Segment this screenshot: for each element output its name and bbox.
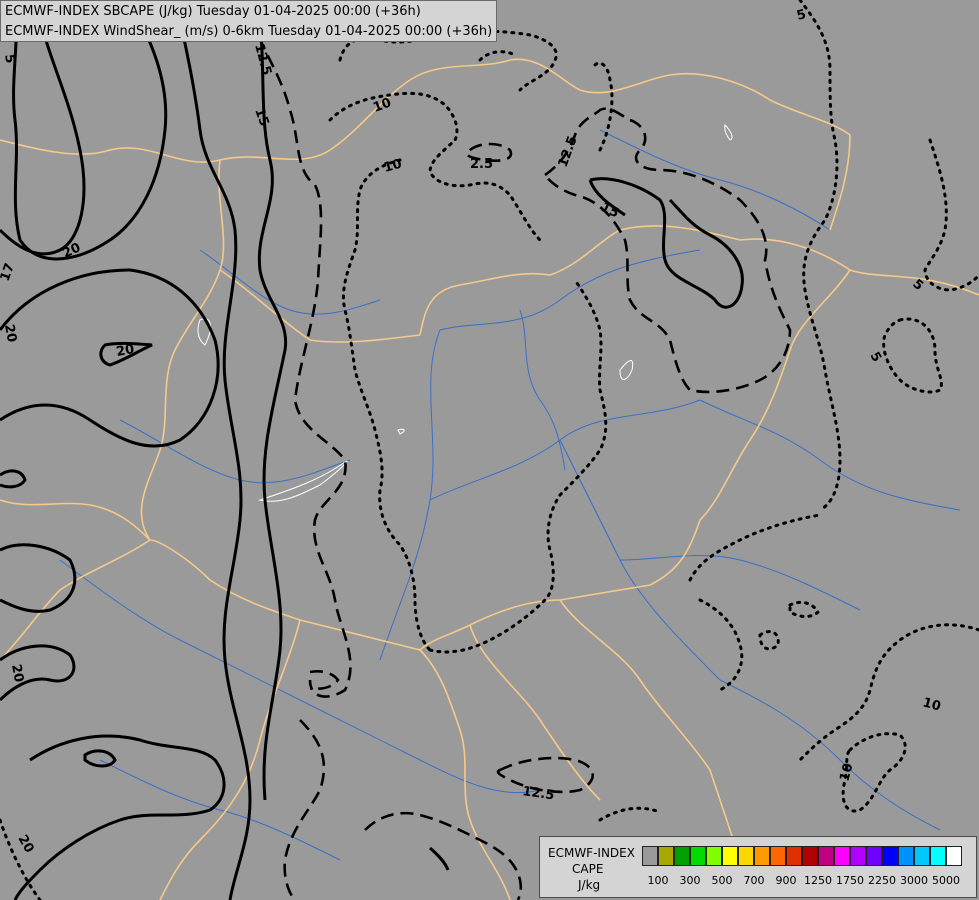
- legend-swatch: [914, 846, 930, 866]
- legend-swatch: [706, 846, 722, 866]
- legend-swatch: [818, 846, 834, 866]
- legend-swatch: [946, 846, 962, 866]
- legend-swatch: [786, 846, 802, 866]
- legend-tick-label: 3000: [900, 874, 928, 887]
- contour-label: 20: [8, 663, 26, 683]
- legend-swatch: [802, 846, 818, 866]
- legend-tick-label: 1250: [804, 874, 832, 887]
- legend-swatch: [674, 846, 690, 866]
- legend-model: ECMWF-INDEX: [548, 846, 635, 860]
- legend-swatch: [770, 846, 786, 866]
- legend-swatch: [754, 846, 770, 866]
- legend-swatch: [642, 846, 658, 866]
- title-windshear: ECMWF-INDEX WindShear_ (m/s) 0-6km Tuesd…: [5, 24, 493, 39]
- cape-legend: ECMWF-INDEX CAPE J/kg 100 300 500 700 900 125…: [539, 836, 977, 898]
- legend-variable: CAPE: [572, 862, 604, 876]
- legend-unit: J/kg: [578, 878, 601, 892]
- legend-swatch: [658, 846, 674, 866]
- legend-swatch: [834, 846, 850, 866]
- contour-label: 2.5: [470, 157, 493, 172]
- legend-swatch: [898, 846, 914, 866]
- legend-swatch: [850, 846, 866, 866]
- map-canvas: 15 12.5 5 10 10 2.5 12.5 15 5 5 5 20 17 …: [0, 0, 979, 900]
- legend-tick-label: 5000: [932, 874, 960, 887]
- legend-tick-label: 500: [711, 874, 733, 887]
- contour-label: 20: [115, 342, 135, 360]
- legend-tick-label: 1750: [836, 874, 864, 887]
- legend-swatch: [690, 846, 706, 866]
- legend-swatch: [930, 846, 946, 866]
- legend-tick-label: 2250: [868, 874, 896, 887]
- legend-tick-label: 300: [679, 874, 701, 887]
- legend-tick-label: 700: [743, 874, 765, 887]
- title-cape: ECMWF-INDEX SBCAPE (J/kg) Tuesday 01-04-…: [5, 4, 421, 19]
- legend-tick-label: 900: [775, 874, 797, 887]
- contour-label: 20: [1, 323, 19, 343]
- legend-tick-label: 100: [647, 874, 669, 887]
- map-title-box: ECMWF-INDEX SBCAPE (J/kg) Tuesday 01-04-…: [0, 0, 497, 42]
- legend-swatch: [866, 846, 882, 866]
- legend-swatch: [722, 846, 738, 866]
- legend-swatch: [738, 846, 754, 866]
- legend-swatch: [882, 846, 898, 866]
- map-background: [0, 0, 979, 900]
